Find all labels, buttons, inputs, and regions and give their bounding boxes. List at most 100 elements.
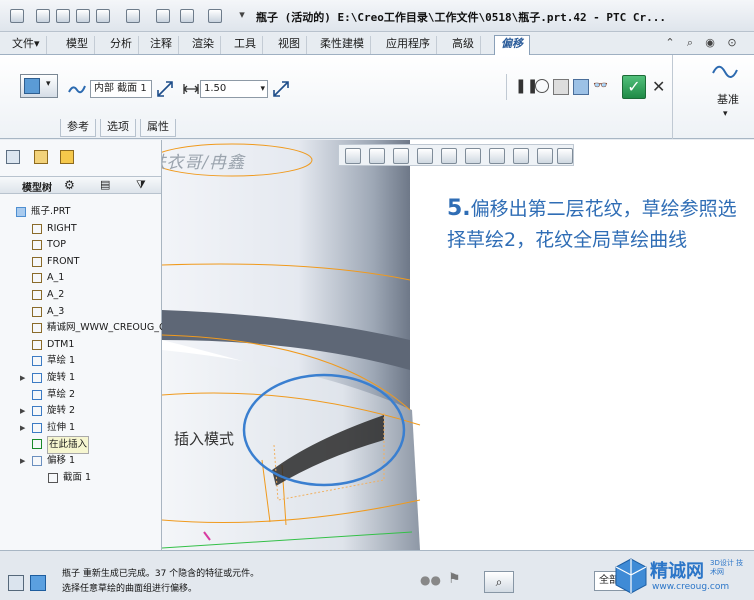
coordinate-system-icon xyxy=(32,323,42,334)
tree-item-label: A_2 xyxy=(47,289,65,300)
flag-icon[interactable]: ⚑ xyxy=(448,571,461,587)
tree-item-label: 草绘 1 xyxy=(47,355,76,367)
annotation-display-icon[interactable] xyxy=(537,148,553,164)
sketch-icon xyxy=(32,356,42,367)
chevron-down-icon: ▾ xyxy=(46,79,51,89)
tab-analysis[interactable]: 分析 xyxy=(104,36,139,54)
datum-plane-icon xyxy=(32,223,42,234)
tab-offset[interactable]: 偏移 xyxy=(494,35,530,55)
minimize-ribbon-icon[interactable]: ⌃ xyxy=(660,35,680,51)
refit-icon[interactable] xyxy=(345,148,361,164)
detached-preview-icon[interactable] xyxy=(573,79,589,95)
tab-view[interactable]: 视图 xyxy=(272,36,307,54)
offset-value-text: 1.50 xyxy=(204,83,227,94)
record-icon[interactable]: ●● xyxy=(420,573,441,587)
browser-toggle-icon[interactable] xyxy=(30,575,46,591)
tree-item-label: A_3 xyxy=(47,305,65,317)
flip-direction-icon[interactable] xyxy=(156,80,174,98)
favorites-tab-icon[interactable] xyxy=(60,150,74,164)
flip-offset-icon[interactable] xyxy=(272,80,290,98)
folder-browser-tab-icon[interactable] xyxy=(34,150,48,164)
offset-icon xyxy=(32,456,42,466)
customize-toolbar-icon[interactable]: ▾ xyxy=(232,7,252,23)
spin-center-icon[interactable] xyxy=(557,148,573,164)
settings-icon[interactable]: ⚙ xyxy=(64,178,75,192)
help-dropdown-icon[interactable]: ⊙ xyxy=(722,35,742,51)
datum-curve-icon[interactable] xyxy=(711,61,739,83)
search-icon[interactable]: ⌕ xyxy=(680,35,700,51)
tab-applications[interactable]: 应用程序 xyxy=(380,36,437,54)
saved-orientations-icon[interactable] xyxy=(465,148,481,164)
show-icon[interactable]: ▤ xyxy=(100,178,110,191)
regenerate-icon[interactable] xyxy=(156,9,170,23)
logo-text: 精诚网 xyxy=(650,561,704,582)
find-button[interactable]: ⌕ xyxy=(484,571,514,593)
filter-icon[interactable]: ⧩ xyxy=(136,178,146,192)
subtab-properties[interactable]: 属性 xyxy=(140,119,176,137)
display-style-icon[interactable] xyxy=(441,148,457,164)
subtab-references[interactable]: 参考 xyxy=(60,119,96,137)
help-icon[interactable]: ◉ xyxy=(700,35,720,51)
attached-preview-icon[interactable] xyxy=(553,79,569,95)
revolve-icon xyxy=(32,373,42,383)
tree-item-label: 在此插入 xyxy=(47,436,90,455)
no-preview-icon[interactable] xyxy=(535,79,549,93)
cancel-button[interactable]: ✕ xyxy=(652,77,665,96)
expand-arrow-icon[interactable]: ▶ xyxy=(20,370,25,386)
app-icon[interactable] xyxy=(10,9,24,23)
tab-file[interactable]: 文件▾ xyxy=(6,36,47,54)
annotation-text: 偏移出第二层花纹，草绘参照选择草绘2，花纹全局草绘曲线 xyxy=(447,198,737,251)
insert-arrow-icon xyxy=(32,439,42,450)
close-window-icon[interactable] xyxy=(208,9,222,23)
expand-arrow-icon[interactable]: ▶ xyxy=(20,453,25,469)
watermark-text: 精诚网 铁衣哥/冉鑫 xyxy=(162,153,246,173)
offset-dashboard: ▾ 内部 截面 1 1.50 ▾ ❚❚ 👓 ✓ ✕ 基准 ▾ 参考 选项 属性 xyxy=(0,55,754,139)
datum-display-icon[interactable] xyxy=(513,148,529,164)
open-file-icon[interactable] xyxy=(56,9,70,23)
preview-controls: ❚❚ 👓 xyxy=(506,74,608,100)
datum-label[interactable]: 基准 xyxy=(717,91,739,107)
tab-tools[interactable]: 工具 xyxy=(228,36,263,54)
sketch-section-icon xyxy=(68,85,86,94)
offset-distance-icon xyxy=(183,84,199,94)
tab-model[interactable]: 模型 xyxy=(60,36,95,54)
tree-item-label: 拉伸 1 xyxy=(47,421,76,433)
zoom-out-icon[interactable] xyxy=(393,148,409,164)
datum-group: 基准 ▾ xyxy=(672,55,754,139)
model-tree-header: 模型树 ⚙ ▤ ⧩ xyxy=(0,176,161,194)
zoom-in-icon[interactable] xyxy=(369,148,385,164)
tree-item-label: FRONT xyxy=(47,255,80,267)
save-icon[interactable] xyxy=(76,9,90,23)
view-manager-icon[interactable] xyxy=(489,148,505,164)
subtab-options[interactable]: 选项 xyxy=(100,119,136,137)
tab-render[interactable]: 渲染 xyxy=(186,36,221,54)
tab-advanced[interactable]: 高级 xyxy=(446,36,481,54)
offset-type-icon xyxy=(24,78,40,94)
status-message-2: 选择任意草绘的曲面组进行偏移。 xyxy=(62,584,198,594)
datum-axis-icon xyxy=(32,306,42,317)
offset-value-field[interactable]: 1.50 ▾ xyxy=(200,80,268,98)
tree-item-label: 瓶子.PRT xyxy=(31,206,71,217)
datum-plane-icon xyxy=(32,339,42,350)
expand-arrow-icon[interactable]: ▶ xyxy=(20,420,25,436)
revolve-icon xyxy=(32,406,42,417)
window-icon[interactable] xyxy=(180,9,194,23)
verify-glasses-icon[interactable]: 👓 xyxy=(593,78,608,92)
tab-annotate[interactable]: 注释 xyxy=(144,36,179,54)
offset-type-selector[interactable]: ▾ xyxy=(20,74,58,98)
expand-arrow-icon[interactable]: ▶ xyxy=(20,403,25,419)
repaint-icon[interactable] xyxy=(417,148,433,164)
tab-flexible-modeling[interactable]: 柔性建模 xyxy=(314,36,371,54)
accept-button[interactable]: ✓ xyxy=(622,75,646,99)
logo-url: www.creoug.com xyxy=(652,582,730,592)
tree-item-label: DTM1 xyxy=(47,338,75,350)
redo-icon[interactable] xyxy=(126,9,140,23)
new-file-icon[interactable] xyxy=(36,9,50,23)
title-bar: ▾ 瓶子 (活动的) E:\Creo工作目录\工作文件\0518\瓶子.prt.… xyxy=(0,0,754,32)
model-tree-tab-icon[interactable] xyxy=(6,150,20,164)
undo-icon[interactable] xyxy=(96,9,110,23)
navigator-panel: 模型树 ⚙ ▤ ⧩ 瓶子.PRT RIGHT TOP FRONT A_1 A_2 A_3 精诚… xyxy=(0,140,166,550)
status-bar: 瓶子 重新生成已完成。37 个隐含的特征或元件。 选择任意草绘的曲面组进行偏移。… xyxy=(0,550,754,600)
navigator-toggle-icon[interactable] xyxy=(8,575,24,591)
section-collector[interactable]: 内部 截面 1 xyxy=(90,80,152,98)
